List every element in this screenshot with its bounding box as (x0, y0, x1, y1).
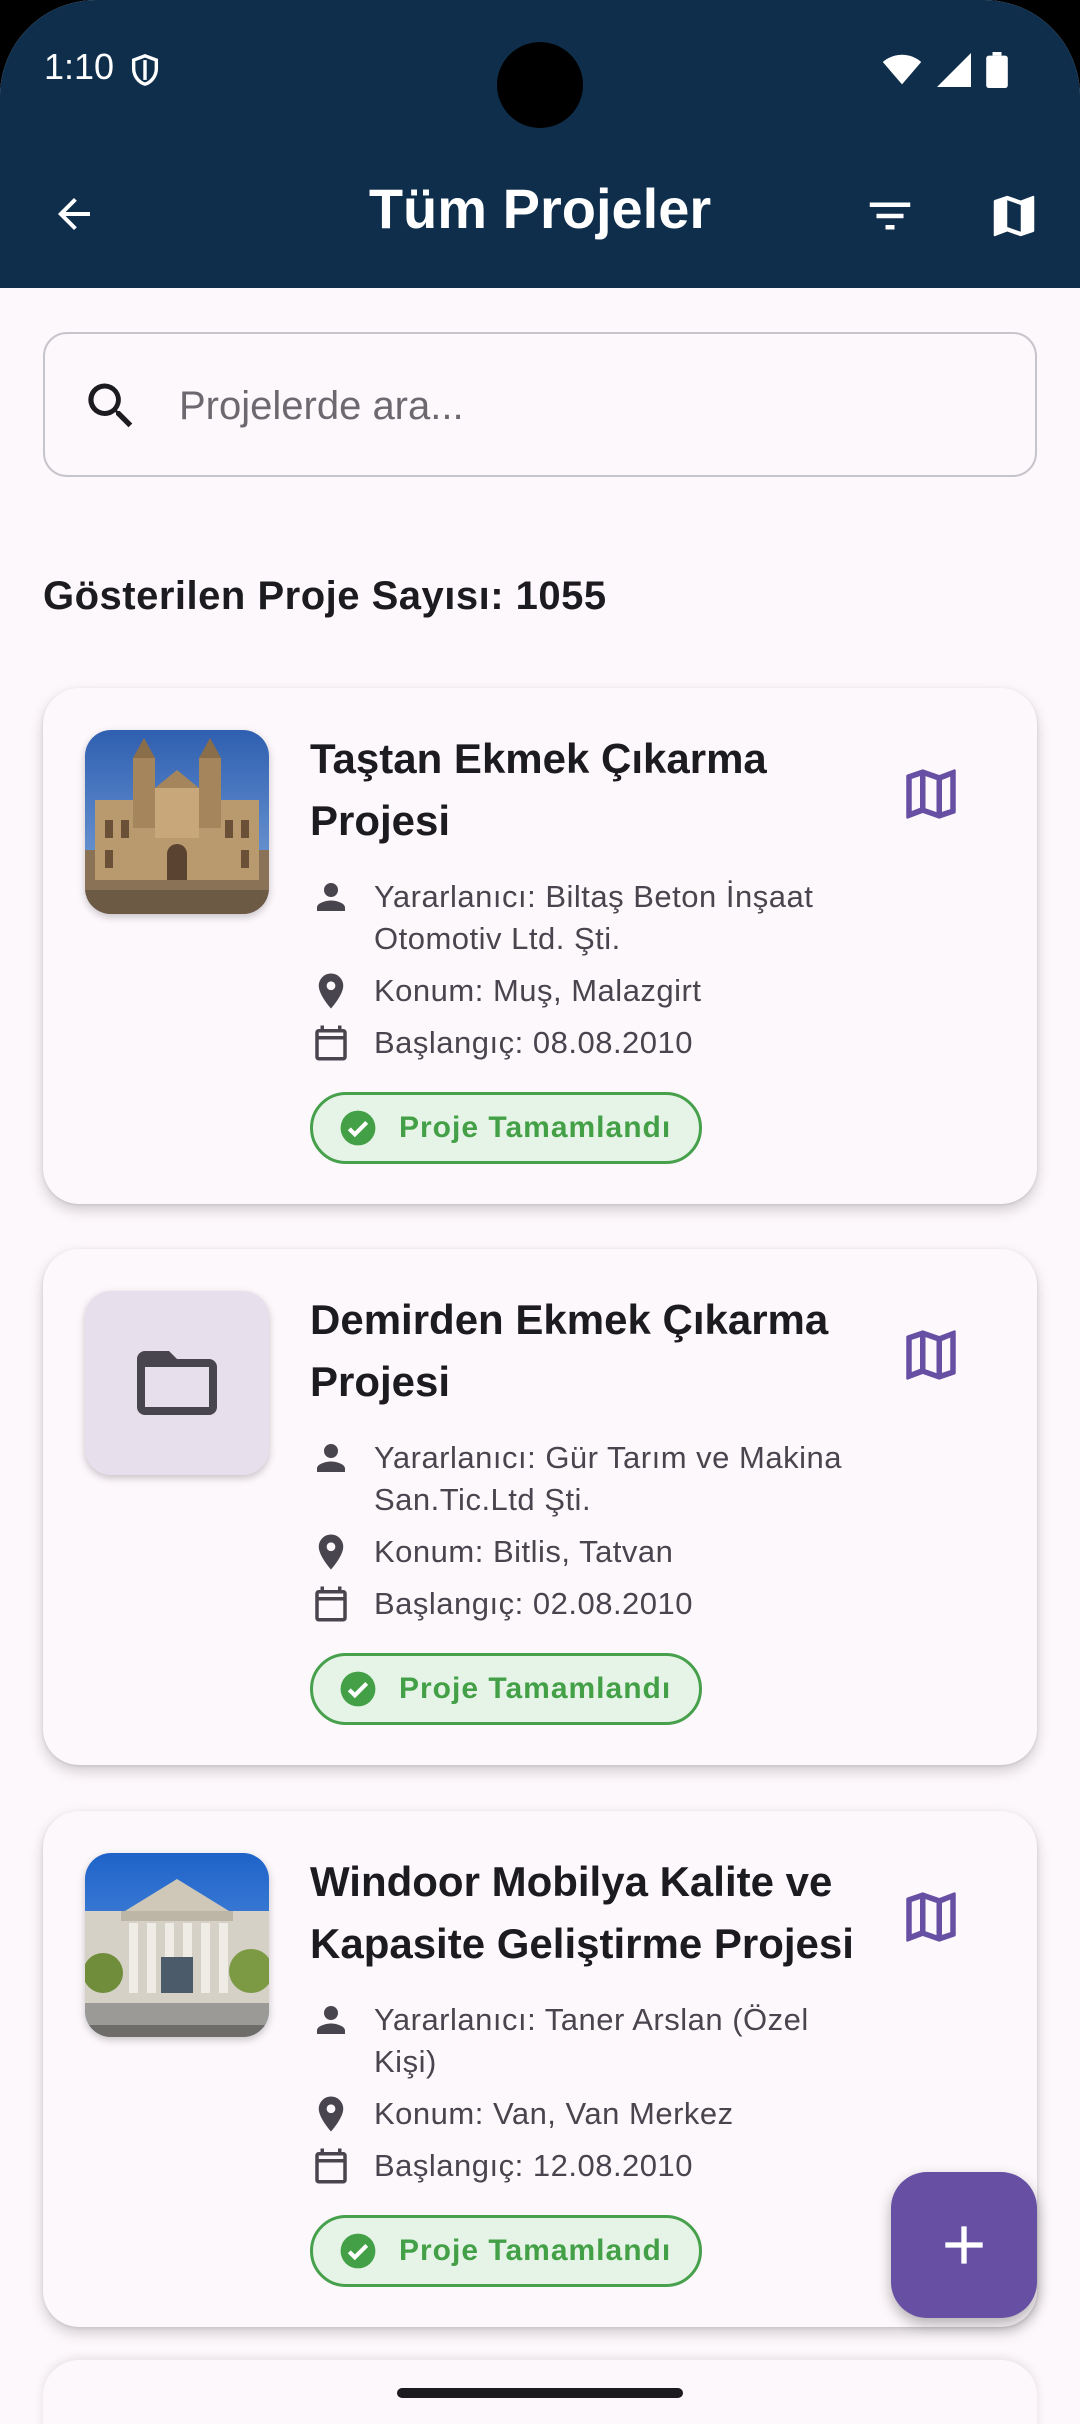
check-circle-icon (340, 1110, 376, 1146)
camera-cutout (497, 42, 583, 128)
map-button[interactable] (980, 182, 1048, 250)
add-project-button[interactable] (891, 2172, 1037, 2318)
folder-icon (137, 1351, 217, 1415)
beneficiary-row: Yararlanıcı: Gür Tarım ve Makina San.Tic… (310, 1437, 854, 1521)
person-icon (317, 883, 345, 911)
status-badge: Proje Tamamlandı (310, 1653, 702, 1725)
status-text: Proje Tamamlandı (399, 2234, 672, 2267)
location-row: Konum: Van, Van Merkez (310, 2093, 854, 2135)
start-date-row: Başlangıç: 02.08.2010 (310, 1583, 854, 1625)
person-icon (317, 2006, 345, 2034)
signal-icon (937, 53, 971, 87)
status-badge: Proje Tamamlandı (310, 1092, 702, 1164)
plus-icon (945, 2226, 983, 2264)
location-text: Konum: Van, Van Merkez (374, 2096, 734, 2131)
project-card[interactable]: Taştan Ekmek Çıkarma Projesi Yararlanıcı… (43, 688, 1037, 1204)
project-thumbnail (85, 1291, 269, 1475)
location-text: Konum: Bitlis, Tatvan (374, 1534, 674, 1569)
location-pin-icon (318, 1534, 344, 1570)
status-badge: Proje Tamamlandı (310, 2215, 702, 2287)
project-thumbnail (85, 1853, 269, 2037)
search-icon (88, 383, 133, 428)
location-text: Konum: Muş, Malazgirt (374, 973, 702, 1008)
location-pin-icon (318, 973, 344, 1009)
start-date-row: Başlangıç: 08.08.2010 (310, 1022, 854, 1064)
status-text: Proje Tamamlandı (399, 1111, 672, 1144)
map-icon (906, 769, 956, 819)
project-thumbnail (85, 730, 269, 914)
map-icon (906, 1330, 956, 1380)
calendar-icon (315, 1025, 347, 1061)
wifi-icon (882, 54, 922, 85)
map-icon (993, 195, 1035, 237)
status-text: Proje Tamamlandı (399, 1672, 672, 1705)
filter-button[interactable] (856, 182, 924, 250)
search-bar[interactable] (43, 332, 1037, 477)
show-on-map-button[interactable] (895, 1881, 967, 1953)
calendar-icon (315, 1586, 347, 1622)
status-icons (882, 52, 1008, 88)
start-date-text: Başlangıç: 12.08.2010 (374, 2148, 694, 2183)
check-circle-icon (340, 1671, 376, 1707)
person-icon (317, 1444, 345, 1472)
screen: 1:10 Tüm Projeler Projelerde ara... Göst… (0, 0, 1080, 2424)
check-circle-icon (340, 2233, 376, 2269)
start-date-row: Başlangıç: 12.08.2010 (310, 2145, 854, 2187)
location-row: Konum: Muş, Malazgirt (310, 970, 854, 1012)
search-input[interactable] (179, 364, 999, 448)
project-count: Gösterilen Proje Sayısı: 1055 (43, 574, 607, 618)
beneficiary-row: Yararlanıcı: Biltaş Beton İnşaat Otomoti… (310, 876, 854, 960)
filter-icon (869, 202, 911, 230)
status-time: 1:10 (44, 46, 115, 87)
location-row: Konum: Bitlis, Tatvan (310, 1531, 854, 1573)
beneficiary-text: Yararlanıcı: Gür Tarım ve Makina San.Tic… (374, 1440, 842, 1517)
project-title: Taştan Ekmek Çıkarma Projesi (310, 735, 767, 844)
project-card[interactable]: Windoor Mobilya Kalite ve Kapasite Geliş… (43, 1811, 1037, 2327)
project-card[interactable]: Demirden Ekmek Çıkarma Projesi Yararlanı… (43, 1249, 1037, 1765)
location-pin-icon (318, 2096, 344, 2132)
project-title: Windoor Mobilya Kalite ve Kapasite Geliş… (310, 1858, 854, 1967)
show-on-map-button[interactable] (895, 758, 967, 830)
app-bar: 1:10 Tüm Projeler (0, 0, 1080, 288)
start-date-text: Başlangıç: 08.08.2010 (374, 1025, 694, 1060)
calendar-icon (315, 2148, 347, 2184)
beneficiary-text: Yararlanıcı: Biltaş Beton İnşaat Otomoti… (374, 879, 814, 956)
project-title: Demirden Ekmek Çıkarma Projesi (310, 1296, 829, 1405)
shield-icon (131, 54, 159, 86)
start-date-text: Başlangıç: 02.08.2010 (374, 1586, 694, 1621)
gesture-nav-handle[interactable] (397, 2388, 683, 2398)
beneficiary-row: Yararlanıcı: Taner Arslan (Özel Kişi) (310, 1999, 854, 2083)
map-icon (906, 1892, 956, 1942)
beneficiary-text: Yararlanıcı: Taner Arslan (Özel Kişi) (374, 2002, 809, 2079)
show-on-map-button[interactable] (895, 1319, 967, 1391)
museum-photo (85, 730, 269, 914)
building-photo (85, 1853, 269, 2037)
battery-icon (986, 52, 1008, 88)
